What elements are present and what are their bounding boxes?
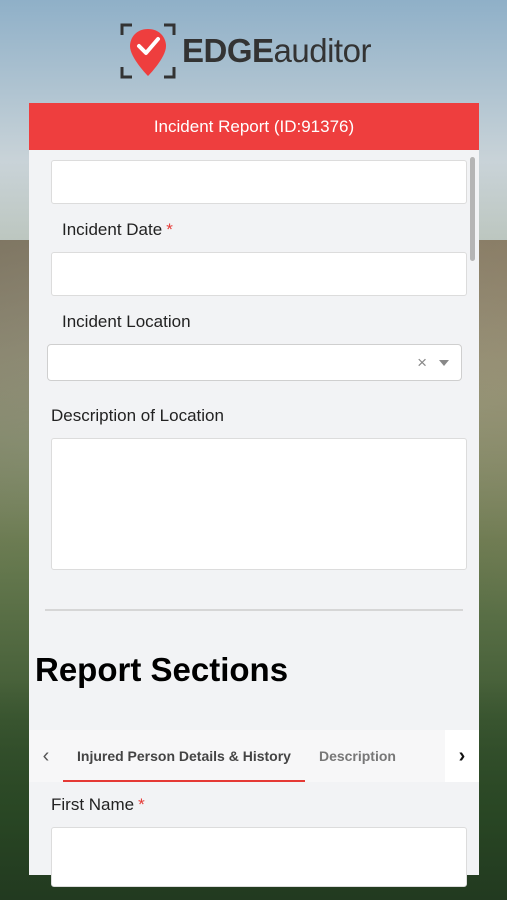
injured-person-form: First Name *: [29, 782, 479, 887]
scrollbar[interactable]: [470, 157, 475, 261]
required-mark: *: [138, 795, 145, 814]
incident-location-label: Incident Location: [62, 312, 191, 331]
clear-icon[interactable]: ×: [417, 353, 427, 373]
report-sections-title: Report Sections: [35, 651, 289, 688]
tab-label: Description: [318, 748, 396, 764]
checkmark-pin-icon: [118, 21, 178, 81]
description-of-location-textarea[interactable]: [51, 438, 467, 570]
logo-text: EDGEauditor: [182, 32, 371, 70]
logo-text-regular: auditor: [273, 32, 372, 69]
logo-text-bold: EDGE: [182, 32, 274, 69]
top-text-field[interactable]: [51, 160, 467, 204]
first-name-label-text: First Name: [51, 795, 135, 814]
incident-date-label-text: Incident Date: [62, 220, 163, 239]
chevron-right-icon[interactable]: ›: [445, 730, 479, 782]
tab-description[interactable]: Description: [305, 730, 410, 782]
tab-label: Injured Person Details & History: [77, 748, 291, 764]
card-title: Incident Report (ID:91376): [153, 116, 355, 136]
first-name-label: First Name *: [51, 795, 145, 815]
first-name-field[interactable]: [51, 827, 467, 887]
chevron-left-icon[interactable]: ‹: [29, 730, 63, 782]
section-divider: [45, 609, 463, 611]
incident-date-field[interactable]: [51, 252, 467, 296]
incident-date-label: Incident Date *: [62, 220, 173, 240]
description-of-location-label: Description of Location: [51, 406, 224, 425]
app-logo: EDGEauditor: [118, 18, 371, 84]
report-sections-tabs: ‹ Injured Person Details & History Descr…: [29, 730, 479, 782]
card-header: Incident Report (ID:91376): [29, 103, 479, 150]
tab-injured-person-details[interactable]: Injured Person Details & History: [63, 730, 305, 782]
chevron-down-icon[interactable]: [439, 360, 449, 366]
required-mark: *: [166, 220, 173, 239]
incident-location-select[interactable]: ×: [47, 344, 462, 381]
